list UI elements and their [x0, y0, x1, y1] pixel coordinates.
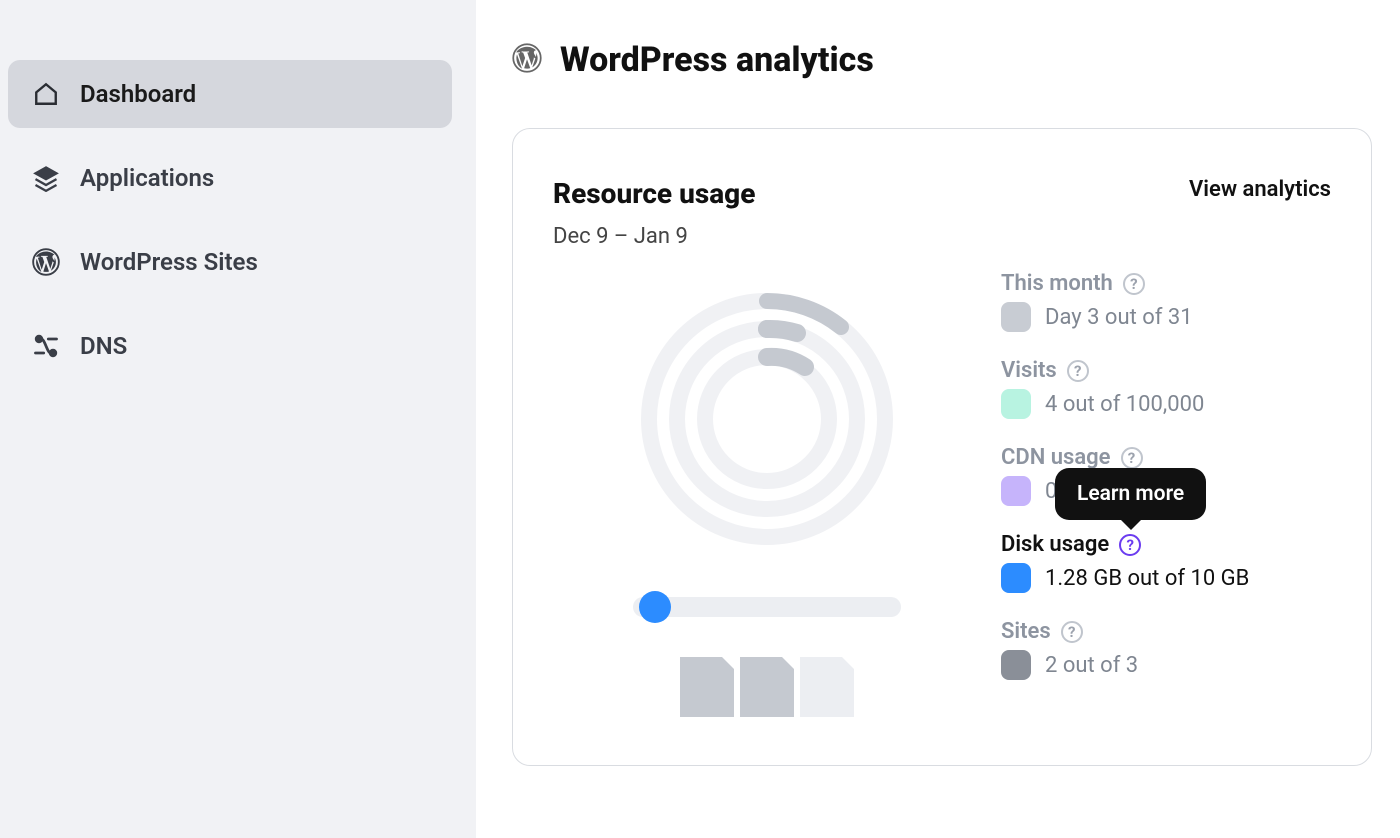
metric-visits: Visits ? 4 out of 100,000 — [1001, 358, 1331, 419]
metric-this-month: This month ? Day 3 out of 31 — [1001, 271, 1331, 332]
wordpress-icon — [512, 43, 542, 77]
card-title: Resource usage — [553, 177, 755, 210]
metric-label-text: CDN usage — [1001, 445, 1111, 470]
site-tile — [740, 657, 794, 717]
chart-visuals — [553, 261, 981, 717]
sidebar-item-wordpress-sites[interactable]: WordPress Sites — [8, 228, 452, 296]
date-range: Dec 9 – Jan 9 — [553, 224, 1331, 249]
home-icon — [32, 80, 60, 108]
site-tile-empty — [800, 657, 854, 717]
swatch-grey — [1001, 302, 1031, 332]
help-icon[interactable]: ? — [1119, 534, 1141, 556]
sidebar-item-label: Applications — [80, 164, 214, 192]
learn-more-tooltip[interactable]: Learn more — [1055, 468, 1206, 520]
metric-value: 2 out of 3 — [1045, 653, 1138, 678]
metric-value: 1.28 GB out of 10 GB — [1045, 566, 1249, 591]
metric-sites: Sites ? 2 out of 3 — [1001, 619, 1331, 680]
wordpress-icon — [32, 248, 60, 276]
help-icon[interactable]: ? — [1123, 273, 1145, 295]
radial-chart — [637, 289, 897, 549]
page-header: WordPress analytics — [512, 40, 1372, 80]
metric-label-text: This month — [1001, 271, 1113, 296]
sidebar-item-label: Dashboard — [80, 80, 196, 108]
sidebar-item-label: WordPress Sites — [80, 248, 258, 276]
swatch-blue — [1001, 563, 1031, 593]
help-icon[interactable]: ? — [1061, 621, 1083, 643]
sidebar-item-dns[interactable]: DNS — [8, 312, 452, 380]
layers-icon — [32, 164, 60, 192]
legend: This month ? Day 3 out of 31 Visits ? — [1001, 261, 1331, 717]
sidebar: Dashboard Applications WordPress Sites D… — [0, 0, 476, 838]
metric-value: 4 out of 100,000 — [1045, 392, 1204, 417]
metric-label-text: Sites — [1001, 619, 1051, 644]
sidebar-item-dashboard[interactable]: Dashboard — [8, 60, 452, 128]
sidebar-item-applications[interactable]: Applications — [8, 144, 452, 212]
dns-icon — [32, 332, 60, 360]
swatch-teal — [1001, 389, 1031, 419]
site-tile — [680, 657, 734, 717]
view-analytics-link[interactable]: View analytics — [1189, 177, 1331, 202]
disk-usage-thumb — [639, 591, 671, 623]
metric-label-text: Disk usage — [1001, 532, 1109, 557]
swatch-dark — [1001, 650, 1031, 680]
main-content: WordPress analytics Resource usage View … — [476, 0, 1400, 838]
metric-value: Day 3 out of 31 — [1045, 305, 1193, 330]
page-title: WordPress analytics — [560, 40, 874, 80]
help-icon[interactable]: ? — [1121, 447, 1143, 469]
help-icon[interactable]: ? — [1067, 360, 1089, 382]
sites-tiles — [680, 657, 854, 717]
metric-disk: Learn more Disk usage ? 1.28 GB out of 1… — [1001, 532, 1331, 593]
resource-usage-card: Resource usage View analytics Dec 9 – Ja… — [512, 128, 1372, 766]
metric-label-text: Visits — [1001, 358, 1057, 383]
sidebar-item-label: DNS — [80, 332, 127, 360]
swatch-purple — [1001, 476, 1031, 506]
disk-usage-bar — [633, 597, 901, 617]
